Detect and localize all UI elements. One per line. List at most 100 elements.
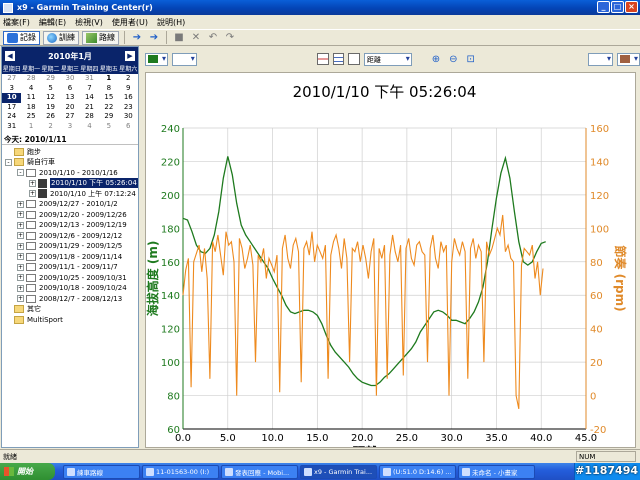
calendar-day[interactable]: 24	[2, 112, 21, 122]
expand-icon[interactable]: +	[29, 179, 36, 187]
tree-item[interactable]: +2009/10/18 - 2009/10/24	[2, 283, 138, 294]
right-series-color-select[interactable]	[617, 52, 640, 66]
calendar-day[interactable]: 6	[60, 84, 79, 94]
calendar-day[interactable]: 20	[60, 103, 79, 113]
expand-icon[interactable]: +	[17, 253, 24, 261]
expand-icon[interactable]: +	[17, 242, 24, 250]
menu-file[interactable]: 檔案(F)	[3, 17, 30, 28]
calendar-day[interactable]: 2	[119, 74, 138, 84]
calendar-day[interactable]: 12	[41, 93, 60, 103]
close-button[interactable]: ×	[625, 1, 638, 13]
grid-toggle-icon[interactable]	[317, 53, 329, 65]
tree-item[interactable]: +2010/1/10 上午 07:12:24	[2, 189, 138, 200]
minimize-button[interactable]: _	[597, 1, 610, 13]
prev-month-icon[interactable]: ◀	[5, 51, 15, 61]
collapse-icon[interactable]: -	[17, 169, 24, 177]
menu-view[interactable]: 檢視(V)	[75, 17, 103, 28]
tree-item[interactable]: +2009/11/1 - 2009/11/7	[2, 262, 138, 273]
calendar-day[interactable]: 9	[119, 84, 138, 94]
calendar-day[interactable]: 21	[80, 103, 99, 113]
calendar-day[interactable]: 3	[60, 122, 79, 132]
taskbar-task[interactable]: (U:51.0 D:14.6) ...	[379, 464, 456, 479]
zoom-fit-icon[interactable]: ⊡	[464, 53, 477, 65]
tree-item[interactable]: 跑步	[2, 147, 138, 158]
tree-item[interactable]: MultiSport	[2, 315, 138, 326]
calendar-day[interactable]: 3	[2, 84, 21, 94]
calendar-day[interactable]: 27	[60, 112, 79, 122]
expand-icon[interactable]: +	[17, 232, 24, 240]
tree-item[interactable]: +2008/12/7 - 2008/12/13	[2, 294, 138, 305]
calendar-day[interactable]: 26	[41, 112, 60, 122]
calendar-day[interactable]: 31	[2, 122, 21, 132]
tree-item[interactable]: +2009/12/20 - 2009/12/26	[2, 210, 138, 221]
tab-history[interactable]: 記錄	[3, 30, 40, 45]
calendar-day[interactable]: 29	[41, 74, 60, 84]
smooth-icon[interactable]	[348, 53, 360, 65]
tab-courses[interactable]: 路線	[82, 30, 119, 45]
calendar-day[interactable]: 18	[21, 103, 40, 113]
taskbar-task[interactable]: x9 - Garmin Trai...	[300, 464, 377, 479]
calendar-day[interactable]: 5	[41, 84, 60, 94]
x-axis-select[interactable]: 距離	[363, 52, 412, 66]
start-button[interactable]: 開始	[0, 463, 55, 480]
left-series-color-select[interactable]	[145, 52, 168, 66]
calendar-day[interactable]: 8	[99, 84, 118, 94]
expand-icon[interactable]: +	[17, 284, 24, 292]
expand-icon[interactable]: +	[17, 200, 24, 208]
calendar-day[interactable]: 14	[80, 93, 99, 103]
calendar-day[interactable]: 30	[119, 112, 138, 122]
menu-user[interactable]: 使用者(U)	[112, 17, 148, 28]
expand-icon[interactable]: +	[17, 221, 24, 229]
tree-item[interactable]: +2009/11/8 - 2009/11/14	[2, 252, 138, 263]
undo-icon[interactable]: ↶	[206, 32, 220, 44]
calendar-day[interactable]: 6	[119, 122, 138, 132]
calendar-day[interactable]: 23	[119, 103, 138, 113]
menu-help[interactable]: 說明(H)	[157, 17, 185, 28]
expand-icon[interactable]: +	[17, 274, 24, 282]
tree-item[interactable]: +2009/10/25 - 2009/10/31	[2, 273, 138, 284]
tree-item[interactable]: +2010/1/10 下午 05:26:04	[2, 178, 138, 189]
calendar-day[interactable]: 27	[2, 74, 21, 84]
calendar-day[interactable]: 28	[80, 112, 99, 122]
tree-item[interactable]: - 2010/1/10 - 2010/1/16	[2, 168, 138, 179]
calendar-day[interactable]: 4	[21, 84, 40, 94]
window-titlebar[interactable]: x9 - Garmin Training Center(r) _ □ ×	[0, 0, 640, 15]
save-icon[interactable]: ■	[172, 32, 186, 44]
calendar-day[interactable]: 7	[80, 84, 99, 94]
taskbar-task[interactable]: 發表回應 - Mobi...	[221, 464, 298, 479]
receive-from-device-icon[interactable]: ➔	[147, 32, 161, 44]
lines-toggle-icon[interactable]	[332, 53, 345, 65]
menu-edit[interactable]: 編輯(E)	[39, 17, 66, 28]
delete-icon[interactable]: ✕	[189, 32, 203, 44]
calendar-day[interactable]: 10	[2, 93, 22, 103]
calendar-day[interactable]: 16	[119, 93, 138, 103]
zoom-in-icon[interactable]: ⊕	[429, 53, 442, 65]
expand-icon[interactable]: +	[17, 211, 24, 219]
calendar-day[interactable]: 29	[99, 112, 118, 122]
tab-training[interactable]: 訓練	[43, 30, 79, 45]
next-month-icon[interactable]: ▶	[125, 51, 135, 61]
zoom-out-icon[interactable]: ⊖	[447, 53, 460, 65]
calendar-day[interactable]: 17	[2, 103, 21, 113]
taskbar-task[interactable]: 練車路線	[63, 464, 140, 479]
calendar-day[interactable]: 4	[80, 122, 99, 132]
calendar-day[interactable]: 15	[99, 93, 118, 103]
left-series-dropdown[interactable]	[171, 52, 197, 66]
tree-item[interactable]: - 騎自行車	[2, 157, 138, 168]
calendar-day[interactable]: 28	[21, 74, 40, 84]
today-label[interactable]: 今天: 2010/1/11	[2, 132, 138, 145]
taskbar-task[interactable]: 11-01563-00 (I:)	[142, 464, 219, 479]
calendar-day[interactable]: 19	[41, 103, 60, 113]
collapse-icon[interactable]: -	[5, 158, 12, 166]
redo-icon[interactable]: ↷	[223, 32, 237, 44]
tree-item[interactable]: +2009/11/29 - 2009/12/5	[2, 241, 138, 252]
calendar-day[interactable]: 25	[21, 112, 40, 122]
calendar-day[interactable]: 1	[99, 74, 118, 84]
calendar-day[interactable]: 2	[41, 122, 60, 132]
calendar-day[interactable]: 11	[21, 93, 40, 103]
calendar-day[interactable]: 1	[21, 122, 40, 132]
tree-item[interactable]: +2009/12/6 - 2009/12/12	[2, 231, 138, 242]
taskbar-task[interactable]: 未命名 - 小畫家	[458, 464, 535, 479]
tree-item[interactable]: +2009/12/27 - 2010/1/2	[2, 199, 138, 210]
maximize-button[interactable]: □	[611, 1, 624, 13]
